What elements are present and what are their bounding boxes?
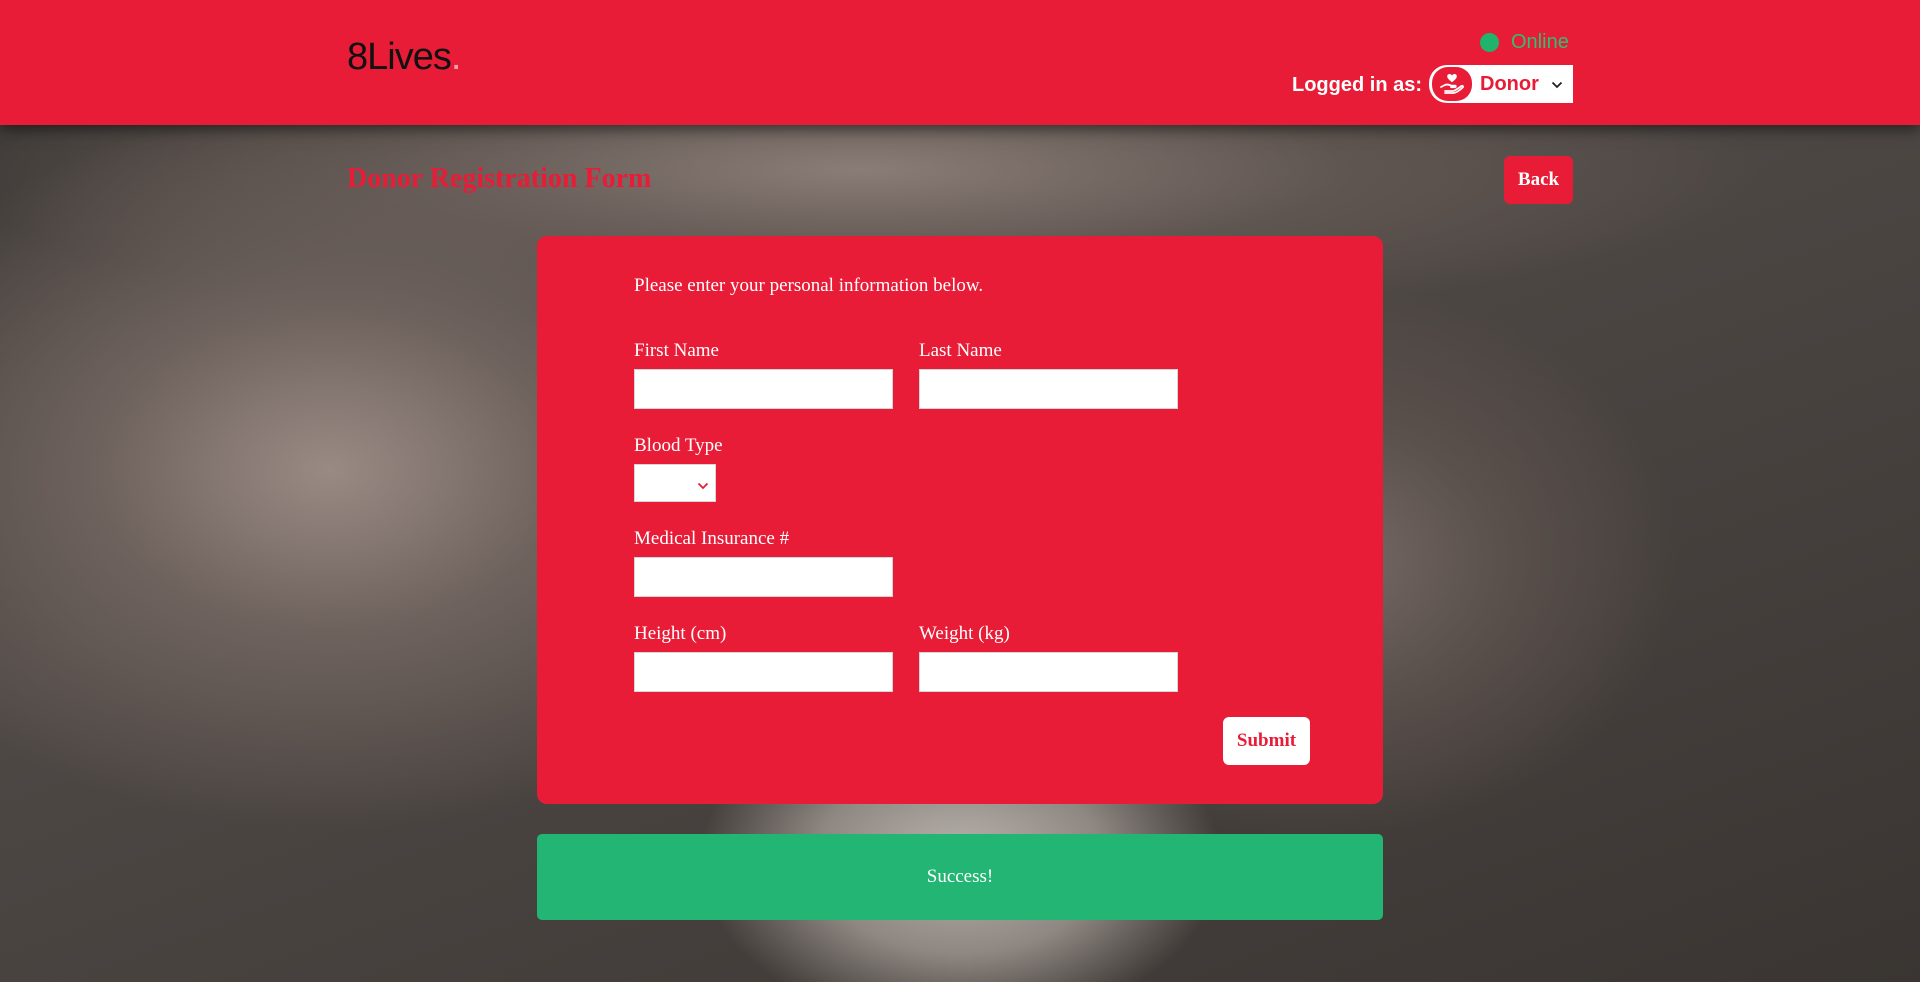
first-name-label: First Name (634, 340, 719, 361)
height-label: Height (cm) (634, 623, 727, 644)
app-logo[interactable]: 8Lives. (347, 36, 462, 79)
page-title: Donor Registration Form (347, 163, 652, 194)
logo-text: 8Lives (347, 36, 452, 78)
online-status: Online (1480, 31, 1569, 54)
last-name-label: Last Name (919, 340, 1002, 361)
logo-dot: . (450, 36, 462, 78)
logged-in-label: Logged in as: (1292, 74, 1422, 96)
medical-insurance-label: Medical Insurance # (634, 528, 790, 549)
chevron-down-icon (697, 478, 709, 496)
form-intro: Please enter your personal information b… (634, 275, 984, 296)
weight-label: Weight (kg) (919, 623, 1010, 644)
success-message: Success! (537, 834, 1383, 920)
top-header: 8Lives. Online Logged in as: Donor (0, 0, 1920, 125)
last-name-field[interactable] (919, 369, 1178, 409)
status-dot-icon (1480, 33, 1499, 52)
registration-form: Please enter your personal information b… (537, 236, 1383, 804)
height-field[interactable] (634, 652, 893, 692)
first-name-field[interactable] (634, 369, 893, 409)
role-selected-value: Donor (1480, 72, 1539, 95)
role-select[interactable]: Donor (1429, 65, 1573, 103)
chevron-down-icon (1551, 77, 1563, 95)
blood-type-select[interactable] (634, 464, 716, 502)
back-button[interactable]: Back (1504, 156, 1573, 204)
heart-hand-icon (1432, 67, 1472, 101)
status-text: Online (1511, 31, 1569, 53)
medical-insurance-field[interactable] (634, 557, 893, 597)
blood-type-label: Blood Type (634, 435, 723, 456)
weight-field[interactable] (919, 652, 1178, 692)
submit-button[interactable]: Submit (1223, 717, 1310, 765)
